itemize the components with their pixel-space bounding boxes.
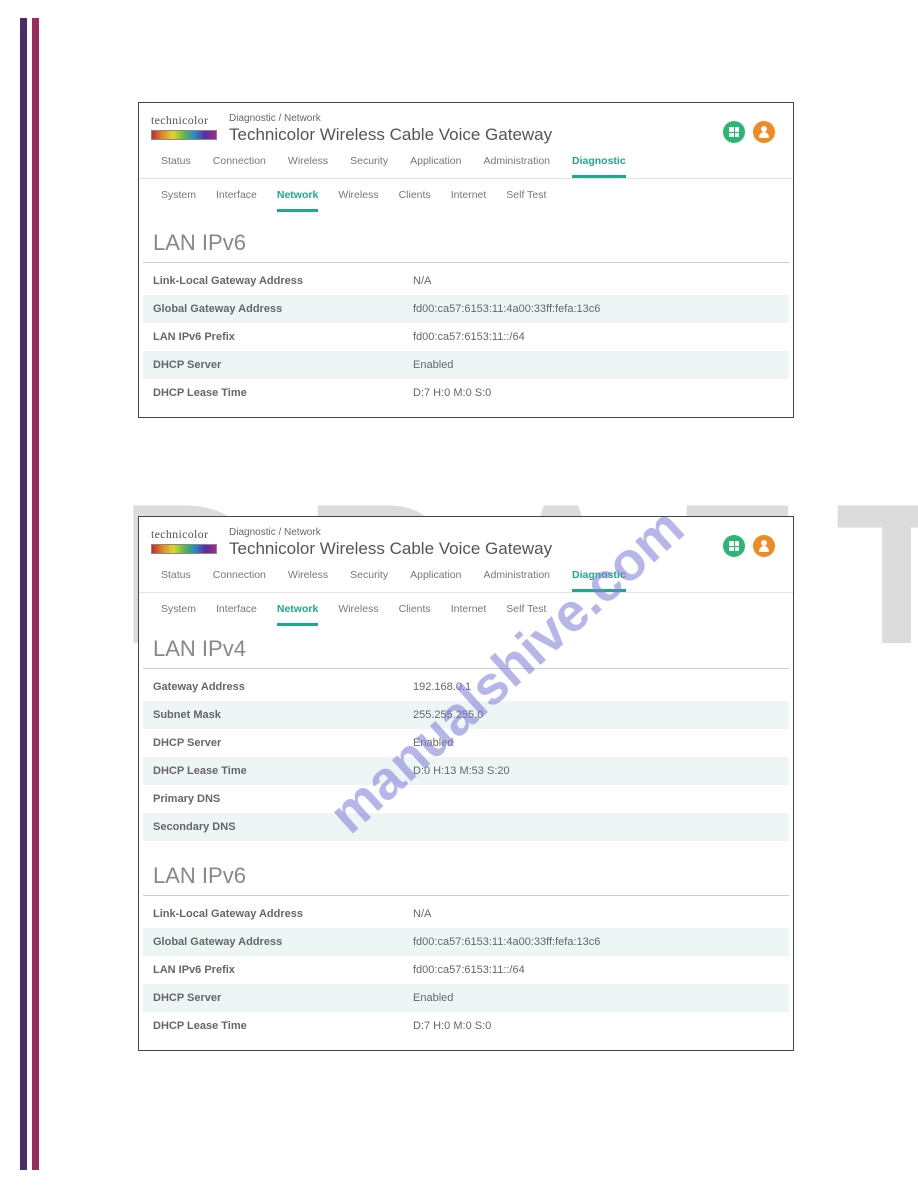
- table-row: DHCP Lease TimeD:7 H:0 M:0 S:0: [143, 1012, 789, 1040]
- table-row: DHCP Lease TimeD:7 H:0 M:0 S:0: [143, 379, 789, 407]
- section-title: LAN IPv6: [143, 218, 789, 263]
- tab-wireless[interactable]: Wireless: [288, 155, 328, 178]
- table-row: Link-Local Gateway AddressN/A: [143, 900, 789, 928]
- table-row: Link-Local Gateway AddressN/A: [143, 267, 789, 295]
- row-label: LAN IPv6 Prefix: [153, 964, 413, 976]
- row-value: D:7 H:0 M:0 S:0: [413, 1020, 779, 1032]
- brand-spectrum-icon: [151, 130, 217, 140]
- apps-button[interactable]: [723, 121, 745, 143]
- row-value: fd00:ca57:6153:11::/64: [413, 964, 779, 976]
- section-title: LAN IPv6: [143, 851, 789, 896]
- table-row: LAN IPv6 Prefixfd00:ca57:6153:11::/64: [143, 956, 789, 984]
- router-panel-ipv6: technicolor Diagnostic / Network Technic…: [138, 102, 794, 418]
- tab-wireless[interactable]: Wireless: [288, 569, 328, 592]
- ipv6-table: Link-Local Gateway AddressN/AGlobal Gate…: [139, 263, 793, 417]
- row-value: N/A: [413, 908, 779, 920]
- tab-application[interactable]: Application: [410, 569, 461, 592]
- user-icon: [758, 126, 770, 138]
- row-label: DHCP Lease Time: [153, 1020, 413, 1032]
- subtab-wireless[interactable]: Wireless: [338, 603, 378, 626]
- row-value: D:0 H:13 M:53 S:20: [413, 765, 779, 777]
- primary-tabs: Status Connection Wireless Security Applicat…: [139, 145, 793, 179]
- apps-button[interactable]: [723, 535, 745, 557]
- sub-tabs: System Interface Network Wireless Clients Int…: [139, 179, 793, 218]
- row-label: Subnet Mask: [153, 709, 413, 721]
- row-value: Enabled: [413, 992, 779, 1004]
- subtab-internet[interactable]: Internet: [451, 189, 487, 212]
- tab-security[interactable]: Security: [350, 155, 388, 178]
- tab-administration[interactable]: Administration: [483, 569, 550, 592]
- subtab-wireless[interactable]: Wireless: [338, 189, 378, 212]
- subtab-clients[interactable]: Clients: [399, 189, 431, 212]
- table-row: Global Gateway Addressfd00:ca57:6153:11:…: [143, 295, 789, 323]
- brand-logo: technicolor: [151, 527, 221, 554]
- table-row: Primary DNS: [143, 785, 789, 813]
- page-accent-stripe: [32, 18, 39, 1170]
- subtab-interface[interactable]: Interface: [216, 603, 257, 626]
- table-row: Secondary DNS: [143, 813, 789, 841]
- sub-tabs: System Interface Network Wireless Clients Int…: [139, 593, 793, 632]
- table-row: Global Gateway Addressfd00:ca57:6153:11:…: [143, 928, 789, 956]
- grid-icon: [729, 127, 739, 137]
- brand-spectrum-icon: [151, 544, 217, 554]
- tab-application[interactable]: Application: [410, 155, 461, 178]
- tab-security[interactable]: Security: [350, 569, 388, 592]
- subtab-internet[interactable]: Internet: [451, 603, 487, 626]
- breadcrumb: Diagnostic / Network: [229, 527, 552, 538]
- brand-text: technicolor: [151, 527, 221, 542]
- panel-header: technicolor Diagnostic / Network Technic…: [139, 517, 793, 559]
- ipv6-table: Link-Local Gateway AddressN/AGlobal Gate…: [139, 896, 793, 1050]
- tab-connection[interactable]: Connection: [213, 569, 266, 592]
- row-value: fd00:ca57:6153:11:4a00:33ff:fefa:13c6: [413, 303, 779, 315]
- table-row: DHCP ServerEnabled: [143, 351, 789, 379]
- user-button[interactable]: [753, 535, 775, 557]
- panel-header: technicolor Diagnostic / Network Technic…: [139, 103, 793, 145]
- row-value: fd00:ca57:6153:11::/64: [413, 331, 779, 343]
- row-label: DHCP Lease Time: [153, 387, 413, 399]
- breadcrumb: Diagnostic / Network: [229, 113, 552, 124]
- row-value: N/A: [413, 275, 779, 287]
- row-label: LAN IPv6 Prefix: [153, 331, 413, 343]
- row-value: [413, 793, 779, 805]
- user-button[interactable]: [753, 121, 775, 143]
- row-value: Enabled: [413, 359, 779, 371]
- brand-logo: technicolor: [151, 113, 221, 140]
- subtab-clients[interactable]: Clients: [399, 603, 431, 626]
- row-label: DHCP Server: [153, 359, 413, 371]
- subtab-system[interactable]: System: [161, 189, 196, 212]
- row-label: DHCP Server: [153, 992, 413, 1004]
- row-label: Link-Local Gateway Address: [153, 275, 413, 287]
- subtab-interface[interactable]: Interface: [216, 189, 257, 212]
- tab-status[interactable]: Status: [161, 155, 191, 178]
- subtab-self-test[interactable]: Self Test: [506, 189, 546, 212]
- section-title: LAN IPv4: [143, 632, 789, 669]
- tab-diagnostic[interactable]: Diagnostic: [572, 155, 626, 178]
- row-label: Gateway Address: [153, 681, 413, 693]
- tab-status[interactable]: Status: [161, 569, 191, 592]
- router-panel-ipv4-ipv6: technicolor Diagnostic / Network Technic…: [138, 516, 794, 1051]
- grid-icon: [729, 541, 739, 551]
- subtab-network[interactable]: Network: [277, 603, 318, 626]
- table-row: DHCP ServerEnabled: [143, 984, 789, 1012]
- subtab-system[interactable]: System: [161, 603, 196, 626]
- row-label: Global Gateway Address: [153, 936, 413, 948]
- row-value: D:7 H:0 M:0 S:0: [413, 387, 779, 399]
- row-label: Global Gateway Address: [153, 303, 413, 315]
- page-title: Technicolor Wireless Cable Voice Gateway: [229, 539, 552, 559]
- table-row: LAN IPv6 Prefixfd00:ca57:6153:11::/64: [143, 323, 789, 351]
- tab-administration[interactable]: Administration: [483, 155, 550, 178]
- primary-tabs: Status Connection Wireless Security Applicat…: [139, 559, 793, 593]
- page-accent-stripe: [20, 18, 27, 1170]
- row-label: Link-Local Gateway Address: [153, 908, 413, 920]
- user-icon: [758, 540, 770, 552]
- row-value: [413, 821, 779, 833]
- row-value: fd00:ca57:6153:11:4a00:33ff:fefa:13c6: [413, 936, 779, 948]
- page-title: Technicolor Wireless Cable Voice Gateway: [229, 125, 552, 145]
- subtab-network[interactable]: Network: [277, 189, 318, 212]
- tab-connection[interactable]: Connection: [213, 155, 266, 178]
- table-row: DHCP Lease TimeD:0 H:13 M:53 S:20: [143, 757, 789, 785]
- brand-text: technicolor: [151, 113, 221, 128]
